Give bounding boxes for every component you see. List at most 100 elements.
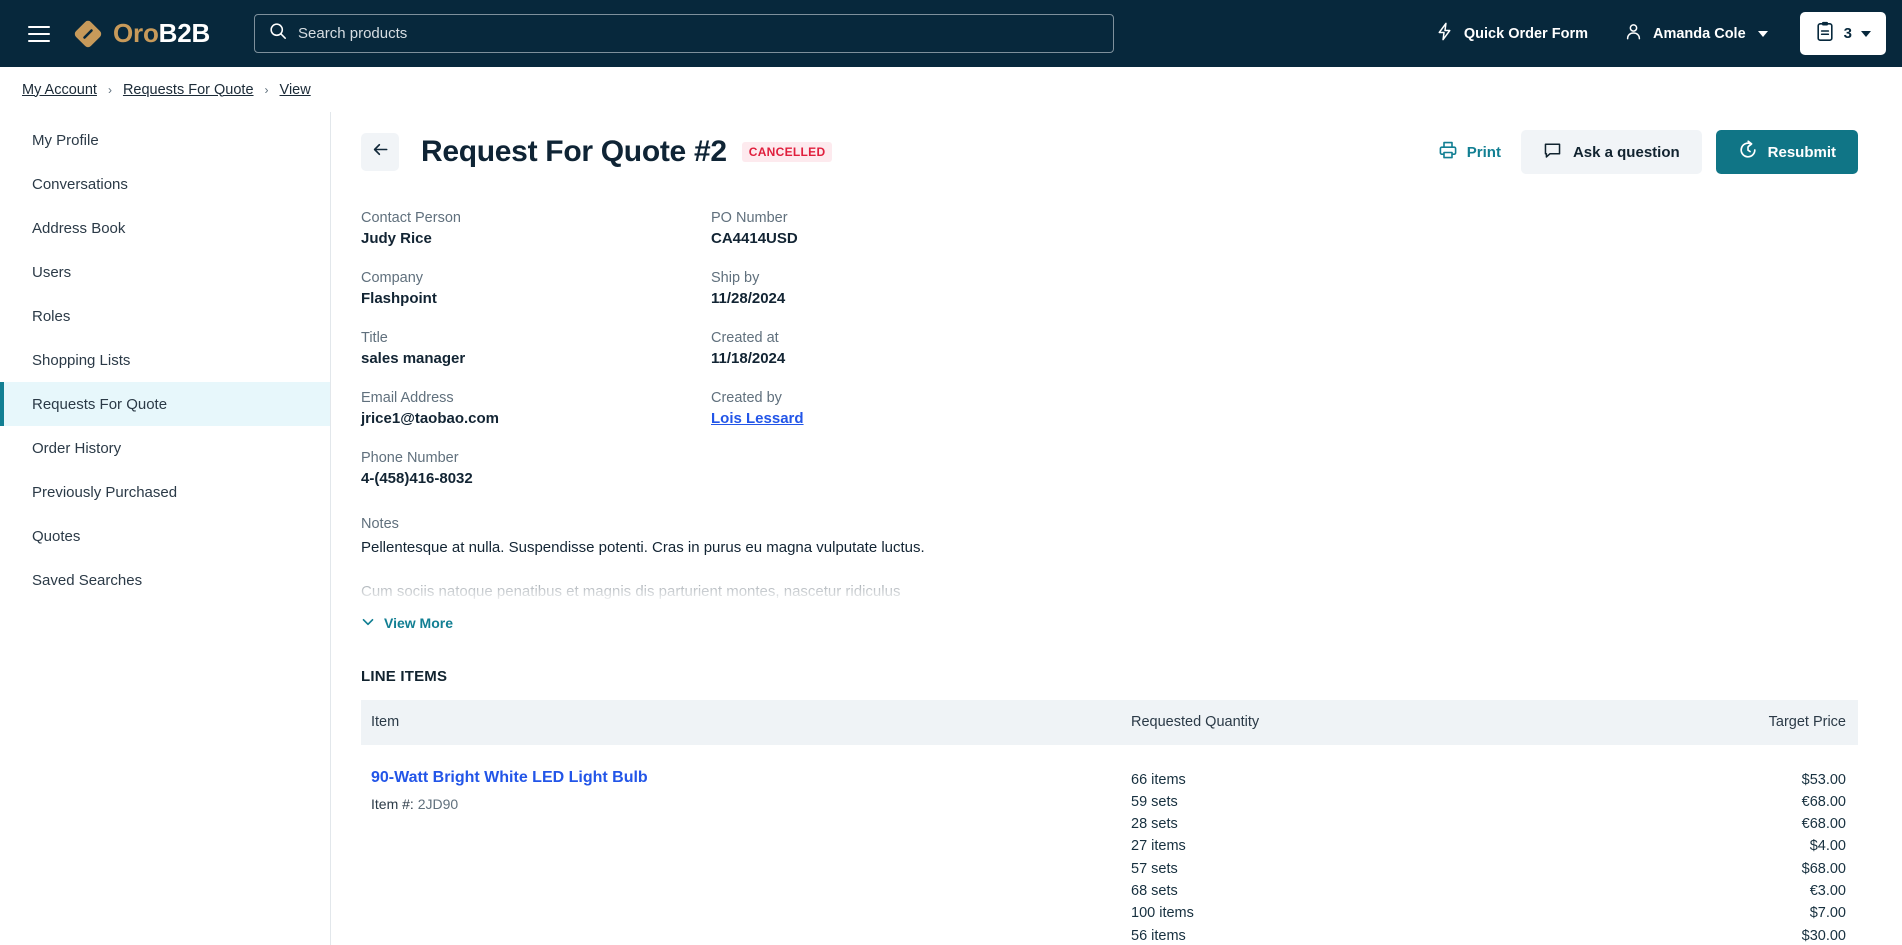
field-created-by: Created by Lois Lessard bbox=[711, 390, 1061, 427]
list-item: 56 items bbox=[1121, 925, 1501, 945]
field-created-at: Created at 11/18/2024 bbox=[711, 330, 1061, 367]
field-phone-number: Phone Number 4-(458)416-8032 bbox=[361, 450, 711, 487]
product-link[interactable]: 90-Watt Bright White LED Light Bulb bbox=[361, 769, 648, 787]
list-item: $7.00 bbox=[1501, 902, 1858, 924]
print-label: Print bbox=[1467, 144, 1501, 161]
arrow-left-icon bbox=[371, 140, 390, 164]
field-label: Created by bbox=[711, 390, 1061, 406]
chevron-down-icon bbox=[1861, 31, 1871, 37]
clipboard-list-icon bbox=[1815, 21, 1835, 47]
search-bar[interactable] bbox=[254, 14, 1114, 53]
sidebar-item-saved-searches[interactable]: Saved Searches bbox=[0, 558, 330, 602]
breadcrumb-separator: › bbox=[108, 83, 112, 97]
list-item: 68 sets bbox=[1121, 880, 1501, 902]
line-items-table: Item Requested Quantity Target Price 90-… bbox=[361, 700, 1858, 945]
field-label: Email Address bbox=[361, 390, 711, 406]
user-menu[interactable]: Amanda Cole bbox=[1606, 14, 1786, 54]
user-name-label: Amanda Cole bbox=[1653, 26, 1746, 42]
search-input[interactable] bbox=[298, 25, 1099, 42]
breadcrumb: My Account › Requests For Quote › View bbox=[0, 67, 1902, 112]
resubmit-label: Resubmit bbox=[1768, 144, 1836, 161]
field-contact-person: Contact Person Judy Rice bbox=[361, 210, 711, 247]
list-item: 66 items bbox=[1121, 769, 1501, 791]
quantity-list: 66 items 59 sets 28 sets 27 items 57 set… bbox=[1121, 769, 1501, 945]
quick-order-form-link[interactable]: Quick Order Form bbox=[1417, 14, 1606, 54]
cell-item: 90-Watt Bright White LED Light Bulb Item… bbox=[361, 745, 1121, 945]
search-icon bbox=[269, 22, 287, 45]
list-item: €3.00 bbox=[1501, 880, 1858, 902]
ask-a-question-label: Ask a question bbox=[1573, 144, 1680, 161]
field-value: jrice1@taobao.com bbox=[361, 410, 711, 427]
list-item: 59 sets bbox=[1121, 791, 1501, 813]
sidebar-item-label: My Profile bbox=[32, 132, 99, 149]
product-sku: Item #: 2JD90 bbox=[361, 796, 1121, 812]
notes-label: Notes bbox=[361, 516, 1331, 532]
sidebar-item-order-history[interactable]: Order History bbox=[0, 426, 330, 470]
list-item: 27 items bbox=[1121, 835, 1501, 857]
sidebar-item-roles[interactable]: Roles bbox=[0, 294, 330, 338]
field-ship-by: Ship by 11/28/2024 bbox=[711, 270, 1061, 307]
back-button[interactable] bbox=[361, 133, 399, 171]
sidebar-item-conversations[interactable]: Conversations bbox=[0, 162, 330, 206]
page-body: My Profile Conversations Address Book Us… bbox=[0, 112, 1902, 945]
page-actions: Print Ask a question bbox=[1432, 130, 1858, 174]
field-label: Contact Person bbox=[361, 210, 711, 226]
sidebar-item-my-profile[interactable]: My Profile bbox=[0, 118, 330, 162]
field-value: CA4414USD bbox=[711, 230, 1061, 247]
line-items-table-head: Item Requested Quantity Target Price bbox=[361, 700, 1858, 745]
resubmit-button[interactable]: Resubmit bbox=[1716, 130, 1858, 174]
field-label: Title bbox=[361, 330, 711, 346]
chevron-down-icon bbox=[1758, 31, 1768, 37]
cart-widget[interactable]: 3 bbox=[1800, 12, 1886, 55]
column-header-item: Item bbox=[361, 700, 1121, 745]
logo-diamond-icon bbox=[73, 19, 103, 49]
sidebar-item-label: Order History bbox=[32, 440, 121, 457]
field-value: sales manager bbox=[361, 350, 711, 367]
sidebar-item-label: Users bbox=[32, 264, 71, 281]
print-button[interactable]: Print bbox=[1432, 140, 1507, 164]
page-title: Request For Quote #2 bbox=[421, 135, 727, 169]
sidebar-item-label: Roles bbox=[32, 308, 70, 325]
line-items-table-body: 90-Watt Bright White LED Light Bulb Item… bbox=[361, 745, 1858, 945]
page-header-row: Request For Quote #2 CANCELLED Print bbox=[331, 112, 1902, 174]
logo-text-oro: Oro bbox=[113, 18, 159, 48]
notes-paragraph-1: Pellentesque at nulla. Suspendisse poten… bbox=[361, 537, 1331, 560]
table-row: 90-Watt Bright White LED Light Bulb Item… bbox=[361, 745, 1858, 945]
details-column-right: PO Number CA4414USD Ship by 11/28/2024 C… bbox=[711, 210, 1061, 510]
chevron-down-icon bbox=[361, 615, 375, 632]
cell-quantity: 66 items 59 sets 28 sets 27 items 57 set… bbox=[1121, 745, 1501, 945]
sku-label: Item #: bbox=[371, 796, 414, 812]
created-by-link[interactable]: Lois Lessard bbox=[711, 410, 1061, 427]
field-label: PO Number bbox=[711, 210, 1061, 226]
logo-text-b2b: B2B bbox=[159, 18, 210, 48]
view-more-label: View More bbox=[384, 615, 453, 631]
field-value: Judy Rice bbox=[361, 230, 711, 247]
sidebar-item-address-book[interactable]: Address Book bbox=[0, 206, 330, 250]
breadcrumb-item-view[interactable]: View bbox=[280, 82, 311, 98]
details-column-left: Contact Person Judy Rice Company Flashpo… bbox=[361, 210, 711, 510]
sidebar-item-quotes[interactable]: Quotes bbox=[0, 514, 330, 558]
hamburger-menu-icon[interactable] bbox=[22, 17, 56, 51]
breadcrumb-item-requests-for-quote[interactable]: Requests For Quote bbox=[123, 82, 254, 98]
price-list: $53.00 €68.00 €68.00 $4.00 $68.00 €3.00 … bbox=[1501, 769, 1858, 945]
column-header-price: Target Price bbox=[1501, 700, 1858, 745]
field-label: Company bbox=[361, 270, 711, 286]
oro-b2b-logo[interactable]: OroB2B bbox=[73, 18, 210, 49]
cell-price: $53.00 €68.00 €68.00 $4.00 $68.00 €3.00 … bbox=[1501, 745, 1858, 945]
quick-order-form-label: Quick Order Form bbox=[1464, 26, 1588, 42]
sidebar-item-label: Address Book bbox=[32, 220, 125, 237]
view-more-button[interactable]: View More bbox=[361, 615, 453, 632]
rfq-details: Contact Person Judy Rice Company Flashpo… bbox=[331, 174, 1902, 510]
sidebar-item-shopping-lists[interactable]: Shopping Lists bbox=[0, 338, 330, 382]
sidebar-item-label: Quotes bbox=[32, 528, 80, 545]
ask-a-question-button[interactable]: Ask a question bbox=[1521, 130, 1702, 174]
field-label: Phone Number bbox=[361, 450, 711, 466]
sidebar-item-previously-purchased[interactable]: Previously Purchased bbox=[0, 470, 330, 514]
account-sidebar: My Profile Conversations Address Book Us… bbox=[0, 112, 331, 945]
cart-count-label: 3 bbox=[1844, 25, 1852, 42]
list-item: $30.00 bbox=[1501, 925, 1858, 945]
breadcrumb-item-my-account[interactable]: My Account bbox=[22, 82, 97, 98]
sidebar-item-requests-for-quote[interactable]: Requests For Quote bbox=[0, 382, 330, 426]
sidebar-item-users[interactable]: Users bbox=[0, 250, 330, 294]
user-icon bbox=[1624, 22, 1643, 45]
